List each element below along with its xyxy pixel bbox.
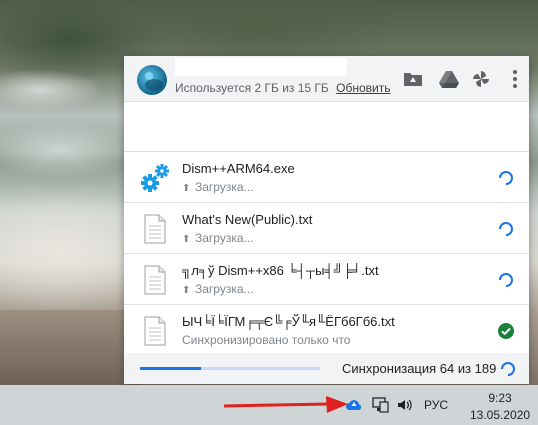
file-name: ЫЧ╘Ї╘ЇГМ╒╤Є╚╒Ў╙я╙ЁГб6Гб6.txt — [182, 314, 395, 329]
document-icon — [139, 315, 171, 347]
upload-arrow-icon: ⬆ — [182, 183, 191, 194]
wallpaper-rock — [0, 310, 140, 385]
panel-header: Используется 2 ГБ из 15 ГБ Обновить — [124, 56, 529, 102]
file-row[interactable]: ЫЧ╘Ї╘ЇГМ╒╤Є╚╒Ў╙я╙ЁГб6Гб6.txt Синхронизир… — [124, 306, 529, 356]
google-photos-icon[interactable] — [470, 68, 492, 90]
syncing-spinner-icon — [497, 271, 515, 289]
volume-icon[interactable] — [396, 397, 414, 413]
upload-arrow-icon: ⬆ — [182, 285, 191, 296]
file-row[interactable]: ╗л╕ў Dism++x86 ╘┤┬ы╡╝╞╛.txt ⬆ Загрузка... — [124, 255, 529, 305]
red-arrow-annotation — [222, 394, 352, 416]
avatar[interactable] — [137, 65, 167, 95]
file-status: Синхронизировано только что — [182, 333, 350, 347]
google-drive-icon[interactable] — [438, 68, 460, 90]
synced-check-icon — [497, 322, 515, 340]
clock[interactable]: 9:23 13.05.2020 — [470, 390, 530, 424]
gears-icon — [139, 162, 171, 194]
file-name: ╗л╕ў Dism++x86 ╘┤┬ы╡╝╞╛.txt — [182, 263, 379, 278]
upgrade-link[interactable]: Обновить — [336, 81, 390, 95]
clock-date: 13.05.2020 — [470, 408, 531, 422]
upload-arrow-icon: ⬆ — [182, 234, 191, 245]
file-status: ⬆ Загрузка... — [182, 282, 254, 296]
file-name: What's New(Public).txt — [182, 212, 313, 227]
more-menu-icon[interactable] — [504, 68, 526, 90]
file-status-text: Загрузка... — [195, 180, 254, 194]
open-folder-icon[interactable] — [402, 68, 424, 90]
storage-usage-text: Используется 2 ГБ из 15 ГБ — [175, 81, 329, 95]
file-status-text: Синхронизировано только что — [182, 333, 351, 347]
file-status-text: Загрузка... — [195, 231, 254, 245]
account-name — [175, 58, 347, 76]
backup-sync-panel: Используется 2 ГБ из 15 ГБ Обновить Dism… — [124, 56, 529, 384]
document-icon — [139, 264, 171, 296]
syncing-spinner-icon — [497, 169, 515, 187]
syncing-spinner-icon — [499, 360, 517, 378]
storage-usage: Используется 2 ГБ из 15 ГБ Обновить — [175, 81, 390, 95]
network-icon[interactable] — [371, 397, 389, 413]
sync-progress-bar — [140, 367, 320, 370]
notification-area — [124, 103, 529, 152]
file-status-text: Загрузка... — [195, 282, 254, 296]
clock-time: 9:23 — [488, 391, 512, 405]
syncing-spinner-icon — [497, 220, 515, 238]
file-status: ⬆ Загрузка... — [182, 180, 254, 194]
file-name: Dism++ARM64.exe — [182, 161, 295, 176]
sync-status-text: Синхронизация 64 из 189 — [342, 361, 497, 376]
file-status: ⬆ Загрузка... — [182, 231, 254, 245]
file-row[interactable]: What's New(Public).txt ⬆ Загрузка... — [124, 204, 529, 254]
backup-sync-cloud-icon[interactable] — [345, 397, 363, 413]
sync-footer: Синхронизация 64 из 189 — [124, 353, 529, 384]
sync-progress-fill — [140, 367, 202, 370]
file-row[interactable]: Dism++ARM64.exe ⬆ Загрузка... — [124, 153, 529, 203]
document-icon — [139, 213, 171, 245]
language-indicator[interactable]: РУС — [424, 398, 448, 412]
